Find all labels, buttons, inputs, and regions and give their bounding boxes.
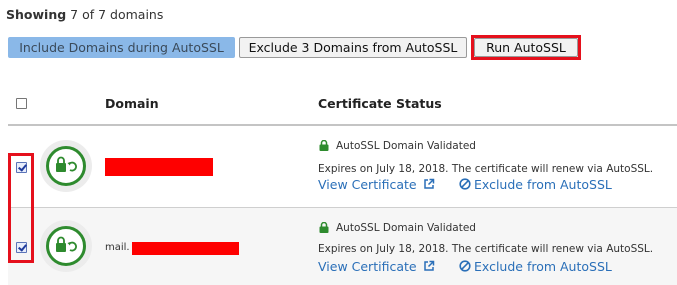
exclude-from-autossl-link-1[interactable]: Exclude from AutoSSL bbox=[459, 177, 612, 192]
ssl-status-icon-bg bbox=[40, 220, 92, 272]
lock-renew-icon bbox=[46, 226, 86, 266]
view-certificate-label: View Certificate bbox=[318, 259, 417, 274]
lock-icon bbox=[319, 140, 329, 151]
external-link-icon bbox=[423, 260, 434, 271]
run-autossl-button[interactable]: Run AutoSSL bbox=[474, 38, 578, 57]
header-divider bbox=[8, 124, 677, 126]
showing-label: Showing bbox=[6, 7, 67, 22]
ban-icon bbox=[459, 260, 471, 272]
view-certificate-link-2[interactable]: View Certificate bbox=[318, 259, 435, 274]
showing-count: 7 of 7 domains bbox=[66, 7, 164, 22]
view-certificate-link-1[interactable]: View Certificate bbox=[318, 177, 435, 192]
status-validated-2: AutoSSL Domain Validated bbox=[336, 222, 476, 234]
domain-prefix-2: mail. bbox=[105, 242, 130, 253]
checkbox-highlight bbox=[8, 153, 34, 263]
exclude-domains-button[interactable]: Exclude 3 Domains from AutoSSL bbox=[239, 37, 467, 58]
redacted-domain-1 bbox=[105, 158, 213, 176]
include-domains-button[interactable]: Include Domains during AutoSSL bbox=[8, 37, 235, 58]
exclude-label: Exclude from AutoSSL bbox=[474, 259, 612, 274]
ssl-status-icon-bg bbox=[40, 140, 92, 192]
lock-renew-icon bbox=[46, 146, 86, 186]
select-all-checkbox[interactable] bbox=[16, 98, 27, 109]
domain-column-header[interactable]: Domain bbox=[105, 96, 159, 111]
status-validated-1: AutoSSL Domain Validated bbox=[336, 140, 476, 152]
expiry-text-1: Expires on July 18, 2018. The certificat… bbox=[318, 163, 654, 175]
external-link-icon bbox=[423, 178, 434, 189]
expiry-text-2: Expires on July 18, 2018. The certificat… bbox=[318, 243, 654, 255]
lock-icon bbox=[319, 222, 329, 233]
ban-icon bbox=[459, 178, 471, 190]
exclude-from-autossl-link-2[interactable]: Exclude from AutoSSL bbox=[459, 259, 612, 274]
exclude-label: Exclude from AutoSSL bbox=[474, 177, 612, 192]
redacted-domain-2 bbox=[132, 242, 239, 255]
domain-count-text: Showing 7 of 7 domains bbox=[6, 7, 163, 22]
certificate-status-column-header[interactable]: Certificate Status bbox=[318, 96, 442, 111]
view-certificate-label: View Certificate bbox=[318, 177, 417, 192]
